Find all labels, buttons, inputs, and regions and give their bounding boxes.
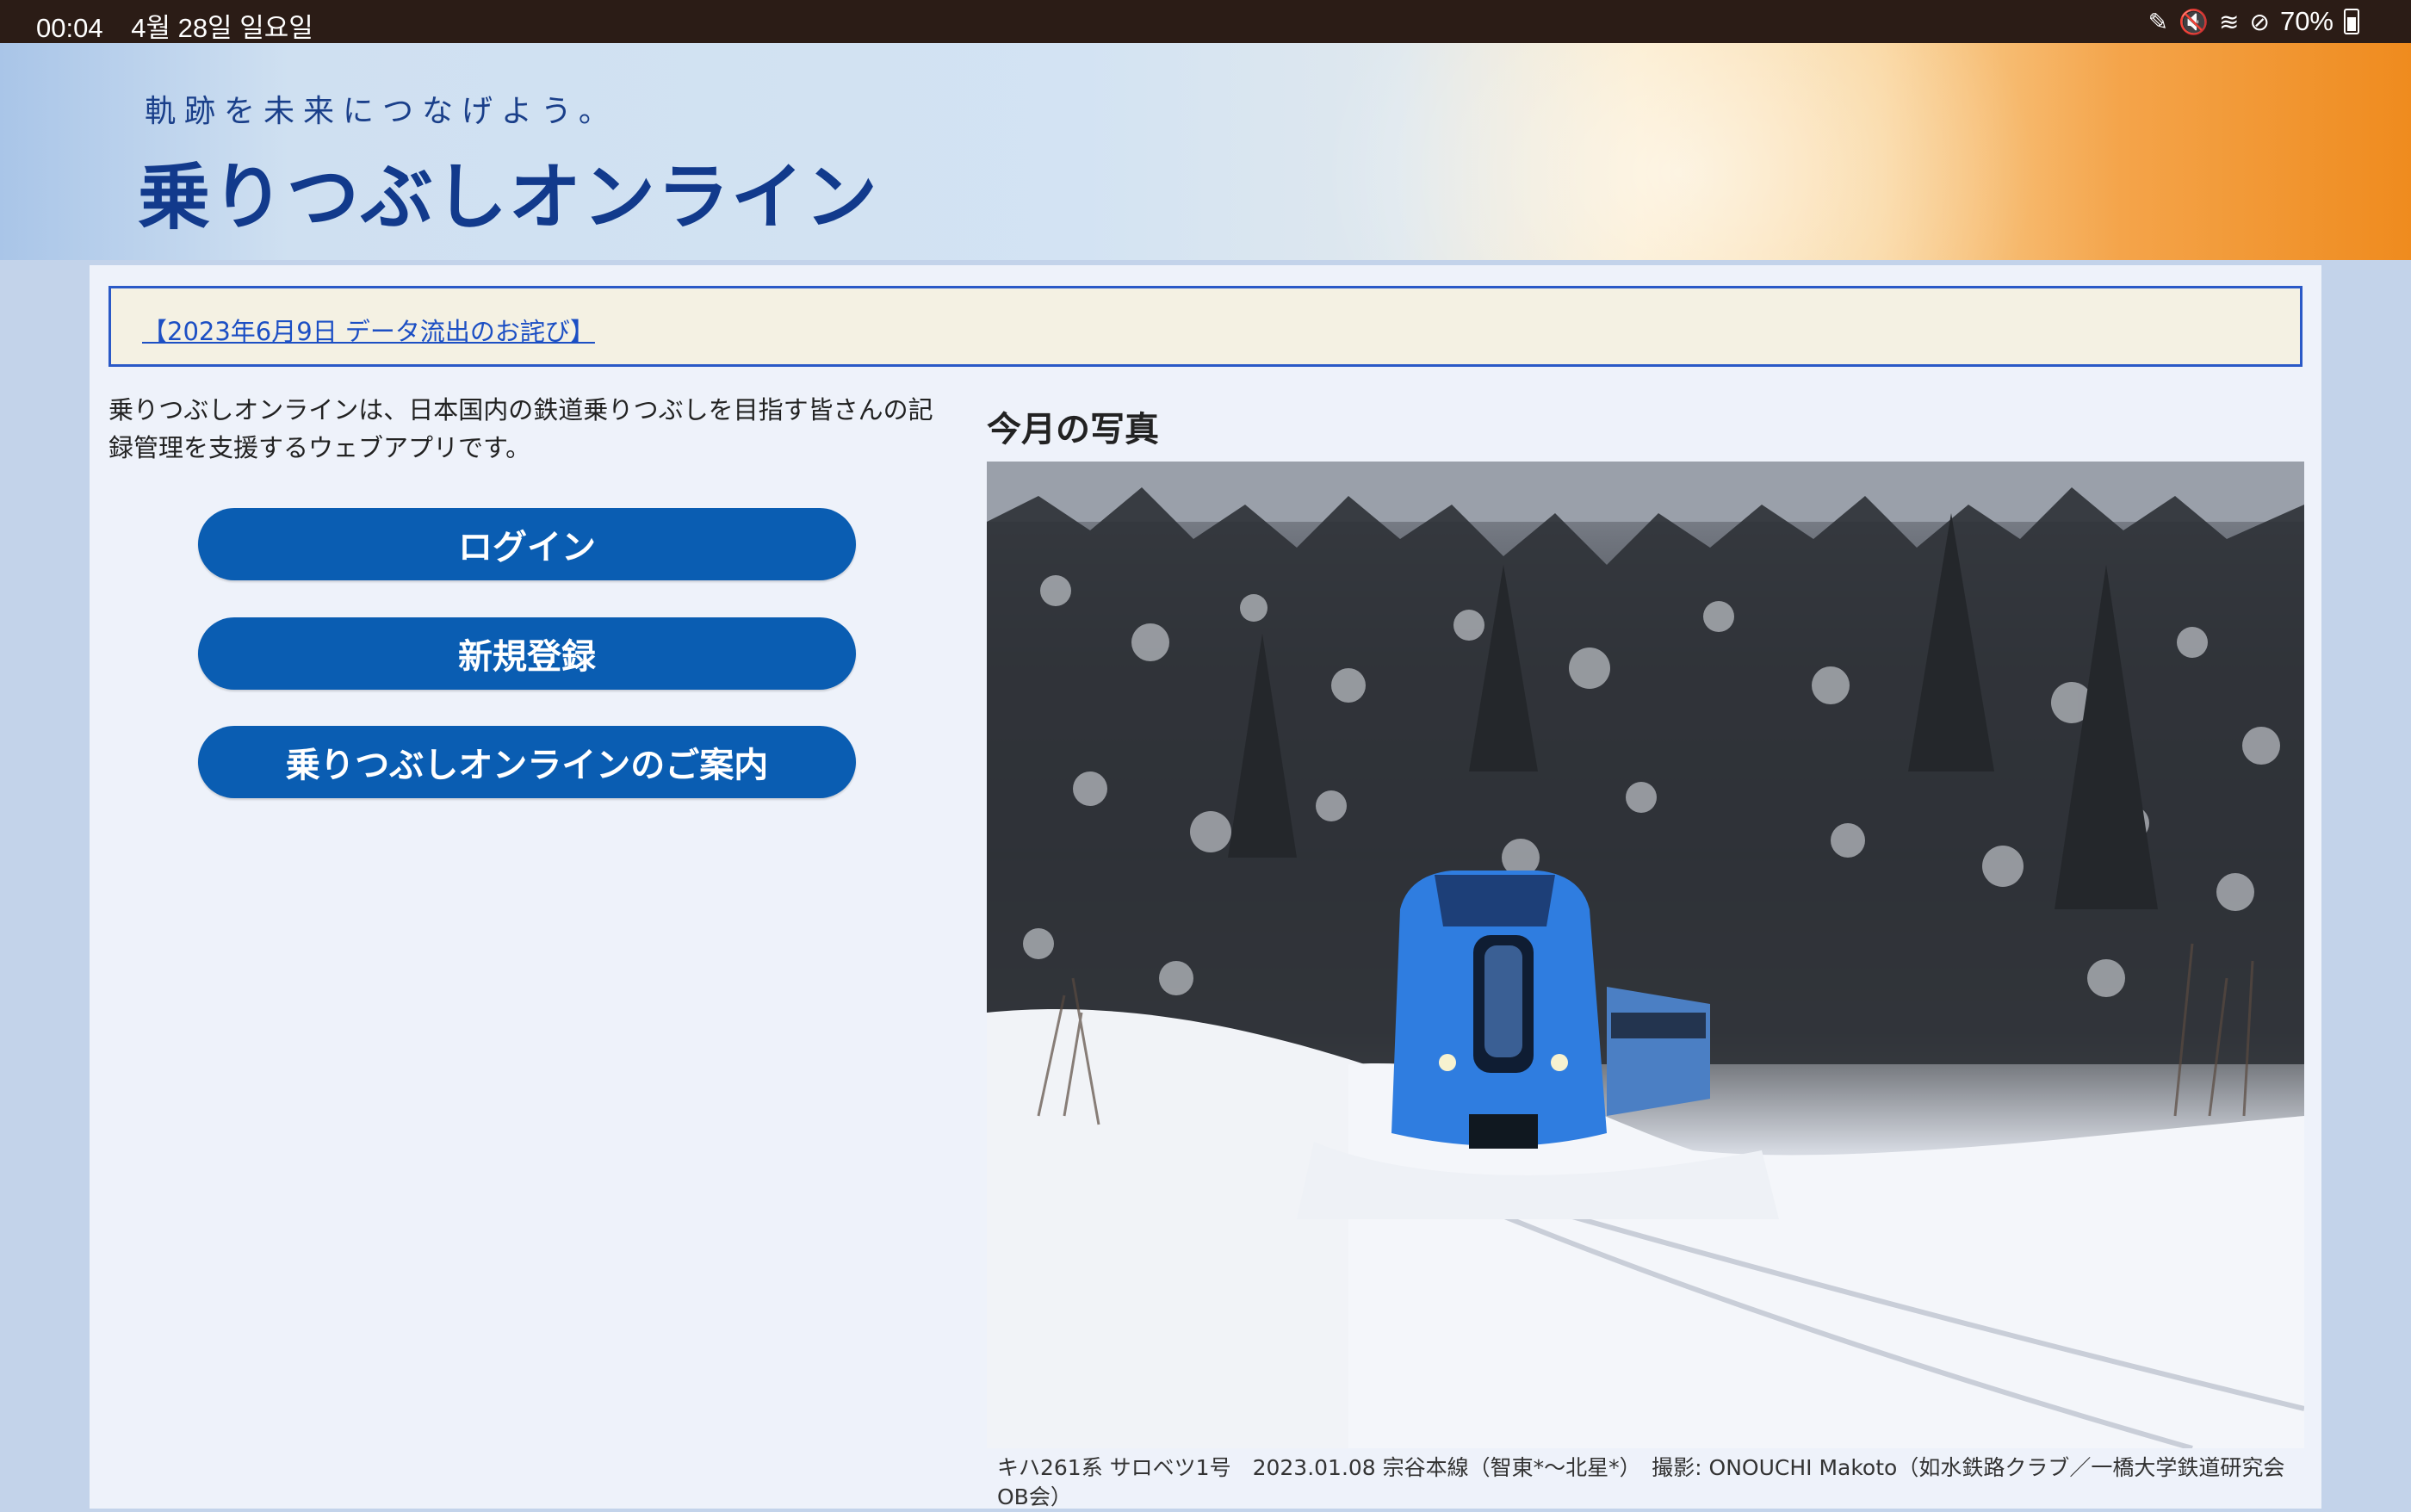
site-title-logo[interactable]: 乗りつぶしオンライン (138, 139, 879, 244)
battery-icon (2344, 9, 2359, 34)
dnd-icon: ⊘ (2249, 8, 2270, 35)
data-breach-notice-link[interactable]: 【2023年6月9日 データ流出のお詫び】 (142, 312, 595, 348)
login-button[interactable]: ログイン (198, 508, 856, 580)
status-bar: 00:04 4월 28일 일요일 ✎ 🔇 ≋ ⊘ 70% (0, 0, 2411, 43)
status-right: ✎ 🔇 ≋ ⊘ 70% (2148, 6, 2359, 37)
site-header: 軌跡を未来につなげよう。 乗りつぶしオンライン (0, 43, 2411, 260)
mute-icon: 🔇 (2179, 8, 2210, 35)
winter-train-photo (987, 462, 2304, 1448)
photo-of-month-heading: 今月の写真 (987, 410, 1159, 449)
intro-text: 乗りつぶしオンラインは、日本国内の鉄道乗りつぶしを目指す皆さんの記録管理を支援す… (108, 395, 933, 462)
wifi-icon: ≋ (2219, 8, 2240, 35)
guide-button[interactable]: 乗りつぶしオンラインのご案内 (198, 726, 856, 798)
notice-box: 【2023年6月9日 データ流出のお詫び】 (108, 286, 2303, 367)
status-left: 00:04 4월 28일 일요일 (36, 6, 334, 45)
battery-level: 70% (2279, 6, 2334, 36)
site-tagline: 軌跡を未来につなげよう。 (145, 94, 618, 129)
header-glow (1292, 43, 2067, 260)
photo-caption: キハ261系 サロベツ1号 2023.01.08 宗谷本線（智東*～北星*） 撮… (997, 1455, 2285, 1509)
photo-of-month (987, 462, 2304, 1448)
register-button[interactable]: 新規登録 (198, 617, 856, 690)
status-time: 00:04 (36, 13, 103, 43)
main-content: 【2023年6月9日 データ流出のお詫び】 乗りつぶしオンラインは、日本国内の鉄… (90, 265, 2321, 1509)
edit-icon: ✎ (2148, 8, 2169, 35)
status-date: 4월 28일 일요일 (131, 13, 313, 43)
